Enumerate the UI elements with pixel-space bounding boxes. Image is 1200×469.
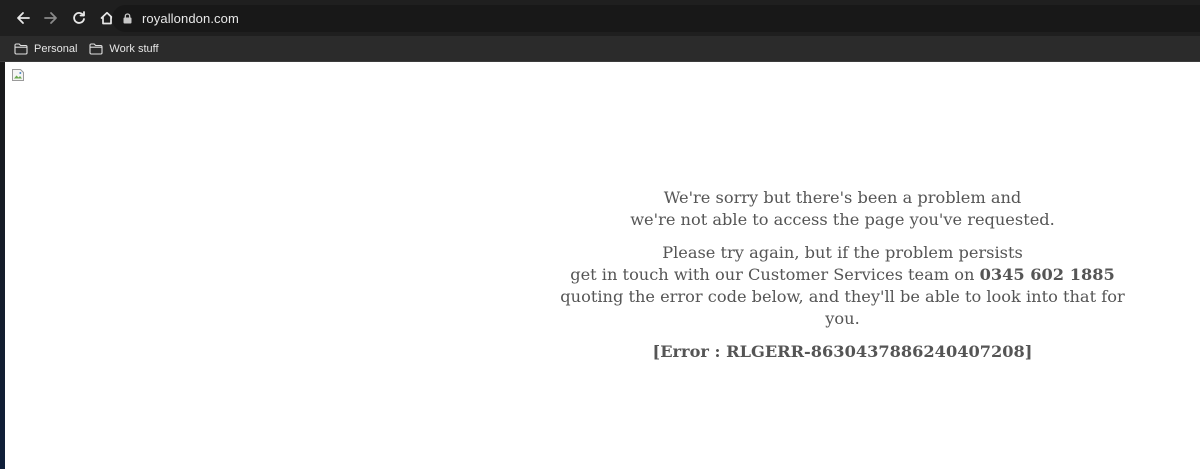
- arrow-right-icon: [44, 12, 57, 24]
- intro-line: We're sorry but there's been a problem a…: [663, 188, 1022, 207]
- bookmark-label: Work stuff: [109, 42, 159, 55]
- bookmarks-bar: Personal Work stuff: [0, 36, 1200, 62]
- error-code: [Error : RLGERR-8630437886240407208]: [652, 342, 1033, 361]
- retry-line: quoting the error code below, and they'l…: [560, 287, 1125, 328]
- forward-button[interactable]: [39, 6, 63, 30]
- bookmark-label: Personal: [34, 42, 78, 55]
- address-bar[interactable]: royallondon.com: [112, 5, 1200, 32]
- phone-number: 0345 602 1885: [979, 265, 1115, 284]
- retry-line-text: get in touch with our Customer Services …: [570, 265, 980, 284]
- arrow-left-icon: [17, 12, 30, 24]
- browser-toolbar: royallondon.com: [0, 0, 1200, 36]
- page-content: We're sorry but there's been a problem a…: [5, 62, 1200, 469]
- bookmark-personal[interactable]: Personal: [14, 43, 77, 55]
- nav-buttons: [0, 6, 119, 30]
- browser-window: royallondon.com Personal Work stuff We'r…: [0, 0, 1200, 469]
- url-text[interactable]: royallondon.com: [142, 11, 239, 26]
- intro-paragraph: We're sorry but there's been a problem a…: [555, 187, 1130, 231]
- retry-paragraph: Please try again, but if the problem per…: [555, 242, 1130, 330]
- intro-line: we're not able to access the page you've…: [630, 210, 1055, 229]
- folder-icon: [14, 42, 28, 55]
- broken-image-icon: [11, 68, 25, 82]
- bookmark-work-stuff[interactable]: Work stuff: [89, 42, 159, 55]
- retry-line: Please try again, but if the problem per…: [662, 243, 1023, 262]
- back-button[interactable]: [11, 6, 35, 30]
- folder-icon: [89, 42, 103, 55]
- lock-icon[interactable]: [123, 13, 132, 24]
- error-message: We're sorry but there's been a problem a…: [555, 187, 1130, 374]
- retry-line: get in touch with our Customer Services …: [555, 264, 1130, 286]
- reload-button[interactable]: [67, 6, 91, 30]
- reload-icon: [73, 11, 85, 24]
